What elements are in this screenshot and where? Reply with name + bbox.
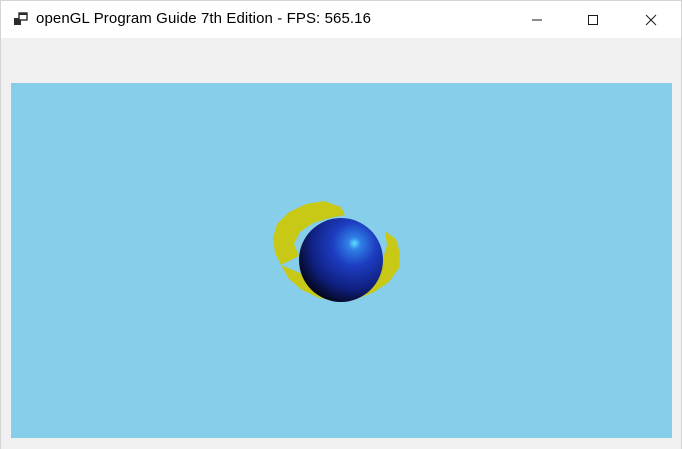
blue-sphere	[299, 218, 383, 302]
app-window: openGL Program Guide 7th Edition - FPS: …	[0, 0, 682, 449]
maximize-button[interactable]	[564, 1, 622, 38]
title-bar[interactable]: openGL Program Guide 7th Edition - FPS: …	[1, 1, 681, 38]
window-title: openGL Program Guide 7th Edition - FPS: …	[36, 10, 372, 27]
client-area	[1, 38, 681, 449]
close-button[interactable]	[622, 1, 680, 38]
minimize-button[interactable]	[508, 1, 566, 38]
maximize-icon	[587, 14, 599, 26]
app-window-icon[interactable]	[13, 11, 29, 27]
minimize-icon	[531, 14, 543, 26]
close-icon	[645, 14, 657, 26]
opengl-viewport[interactable]	[11, 83, 672, 438]
